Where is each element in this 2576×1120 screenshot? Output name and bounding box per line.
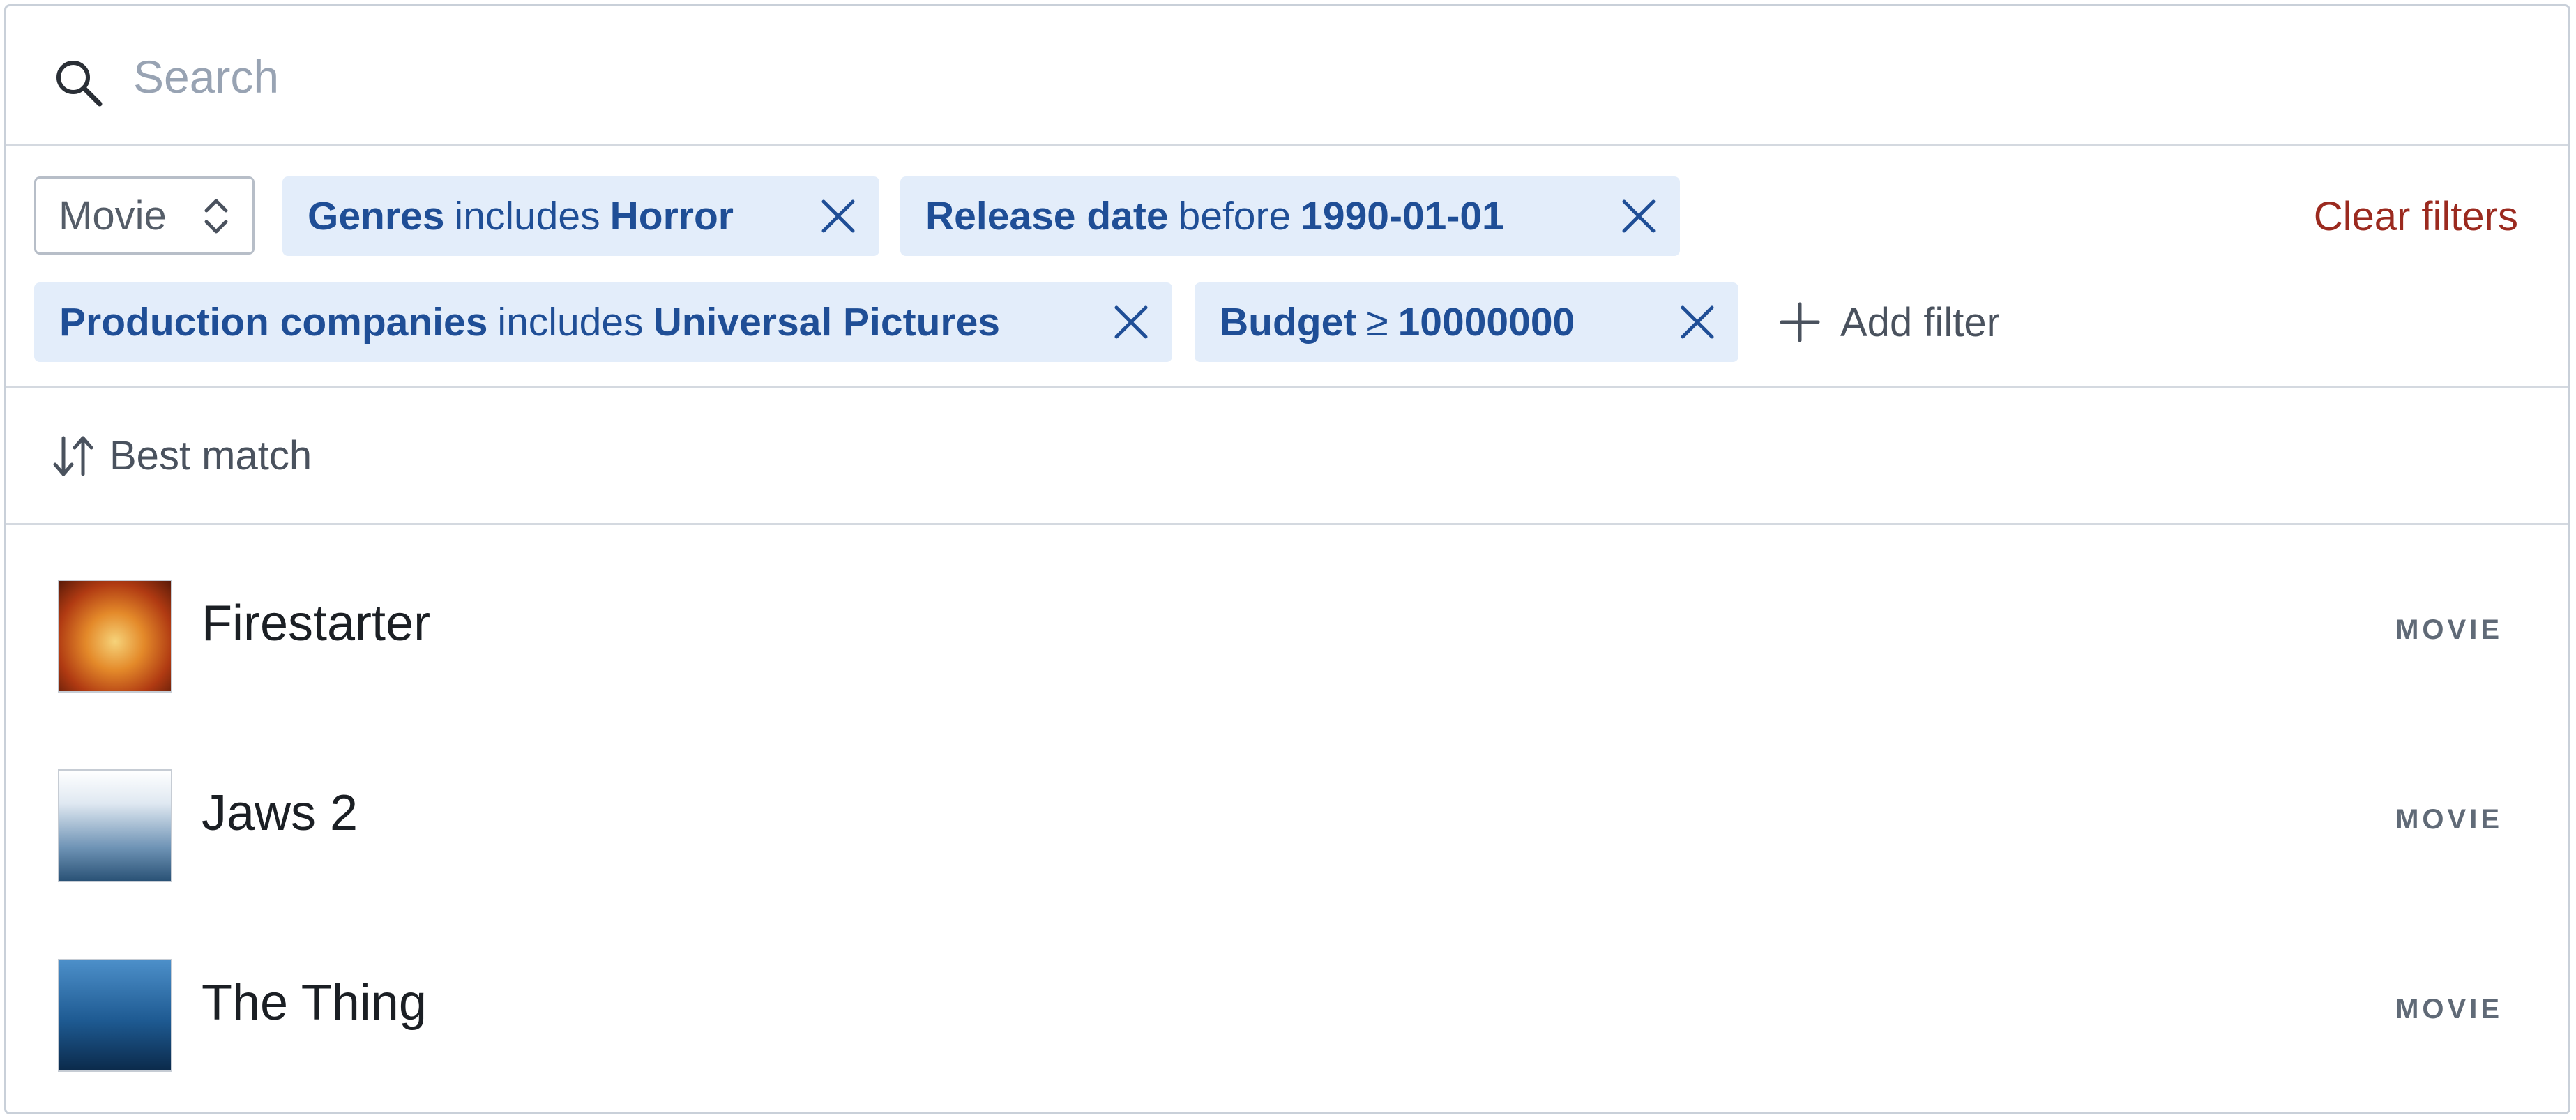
filter-operator: before (1178, 194, 1291, 239)
list-item[interactable]: Jaws 2 MOVIE (6, 715, 2568, 905)
filter-chip-budget[interactable]: Budget ≥ 10000000 (1195, 282, 1738, 362)
filter-operator: ≥ (1366, 300, 1388, 345)
filter-field: Budget (1220, 300, 1357, 345)
poster-thumbnail (58, 580, 172, 693)
result-type-badge: MOVIE (2395, 804, 2503, 835)
poster-thumbnail (58, 769, 172, 882)
close-icon[interactable] (819, 197, 857, 235)
filter-bar: Movie Genres includes Horror Release dat… (6, 146, 2568, 388)
type-select[interactable]: Movie (34, 176, 255, 255)
result-title: Firestarter (202, 596, 431, 651)
sort-label: Best match (109, 433, 312, 478)
close-icon[interactable] (1112, 303, 1150, 341)
add-filter-label: Add filter (1840, 299, 2000, 345)
result-title: The Thing (202, 975, 427, 1031)
search-input[interactable] (132, 41, 2436, 112)
filter-field: Release date (925, 194, 1169, 239)
search-panel: Movie Genres includes Horror Release dat… (4, 4, 2570, 1114)
search-bar (6, 6, 2568, 146)
add-filter-button[interactable]: Add filter (1778, 282, 2000, 362)
filter-value: Universal Pictures (653, 300, 1000, 345)
filter-chip-genres[interactable]: Genres includes Horror (282, 176, 879, 256)
results-list: Firestarter MOVIE Jaws 2 MOVIE The Thing… (6, 525, 2568, 1094)
filter-operator: includes (454, 194, 600, 239)
filter-field: Production companies (59, 300, 488, 345)
filter-value: 10000000 (1397, 300, 1575, 345)
sort-button[interactable]: Best match (51, 432, 312, 480)
result-title: Jaws 2 (202, 785, 358, 841)
type-select-value: Movie (59, 192, 167, 239)
poster-thumbnail (58, 959, 172, 1072)
filter-field: Genres (308, 194, 445, 239)
list-item[interactable]: The Thing MOVIE (6, 905, 2568, 1094)
list-item[interactable]: Firestarter MOVIE (6, 525, 2568, 715)
sort-arrows-icon (53, 436, 93, 476)
chevron-up-down-icon (204, 199, 228, 234)
filter-operator: includes (497, 300, 644, 345)
filter-chip-release-date[interactable]: Release date before 1990-01-01 (900, 176, 1680, 256)
result-type-badge: MOVIE (2395, 994, 2503, 1024)
search-icon (56, 61, 103, 107)
close-icon[interactable] (1679, 303, 1716, 341)
sort-bar: Best match (6, 388, 2568, 525)
filter-value: 1990-01-01 (1301, 194, 1504, 239)
plus-icon (1780, 302, 1820, 342)
filter-value: Horror (609, 194, 734, 239)
result-type-badge: MOVIE (2395, 614, 2503, 645)
close-icon[interactable] (1620, 197, 1658, 235)
clear-filters-button[interactable]: Clear filters (2314, 176, 2518, 256)
filter-chip-production-companies[interactable]: Production companies includes Universal … (34, 282, 1172, 362)
